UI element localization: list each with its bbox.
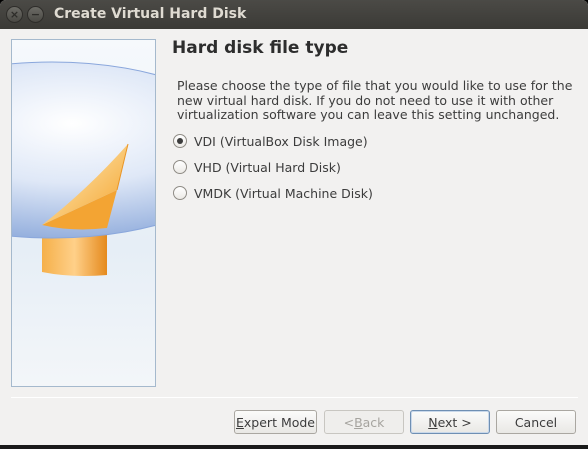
radio-label: VDI (VirtualBox Disk Image) (194, 133, 368, 149)
window-title: Create Virtual Hard Disk (54, 6, 247, 22)
virtual-disk-illustration (11, 39, 156, 387)
expert-mode-button[interactable]: Expert Mode (234, 410, 317, 434)
radio-button[interactable] (173, 186, 187, 200)
button-mnemonic: N (428, 414, 438, 430)
minimize-icon[interactable]: − (27, 6, 44, 23)
button-text: ext > (437, 414, 472, 430)
close-icon[interactable]: × (6, 6, 23, 23)
button-text: ack (362, 414, 385, 430)
radio-label: VHD (Virtual Hard Disk) (194, 159, 341, 175)
button-text: < (343, 414, 355, 430)
radio-label: VMDK (Virtual Machine Disk) (194, 185, 373, 201)
radio-button[interactable] (173, 160, 187, 174)
button-divider (11, 397, 578, 398)
title-bar[interactable]: × − Create Virtual Hard Disk (0, 0, 588, 29)
next-button[interactable]: Next > (410, 410, 490, 434)
button-text: xpert Mode (243, 414, 315, 430)
button-mnemonic: B (354, 414, 363, 430)
radio-vhd[interactable]: VHD (Virtual Hard Disk) (173, 158, 341, 176)
page-description: Please choose the type of file that you … (177, 78, 573, 122)
radio-vmdk[interactable]: VMDK (Virtual Machine Disk) (173, 184, 373, 202)
page-title: Hard disk file type (172, 38, 349, 58)
cancel-button[interactable]: Cancel (496, 410, 576, 434)
button-mnemonic: E (236, 414, 244, 430)
radio-button-checked[interactable] (173, 134, 187, 148)
button-text: Cancel (514, 414, 558, 430)
radio-vdi[interactable]: VDI (VirtualBox Disk Image) (173, 132, 368, 150)
back-button[interactable]: < Back (324, 410, 404, 434)
desktop-background (0, 445, 588, 449)
dialog-window: × − Create Virtual Hard Disk Hard disk f… (0, 0, 588, 445)
